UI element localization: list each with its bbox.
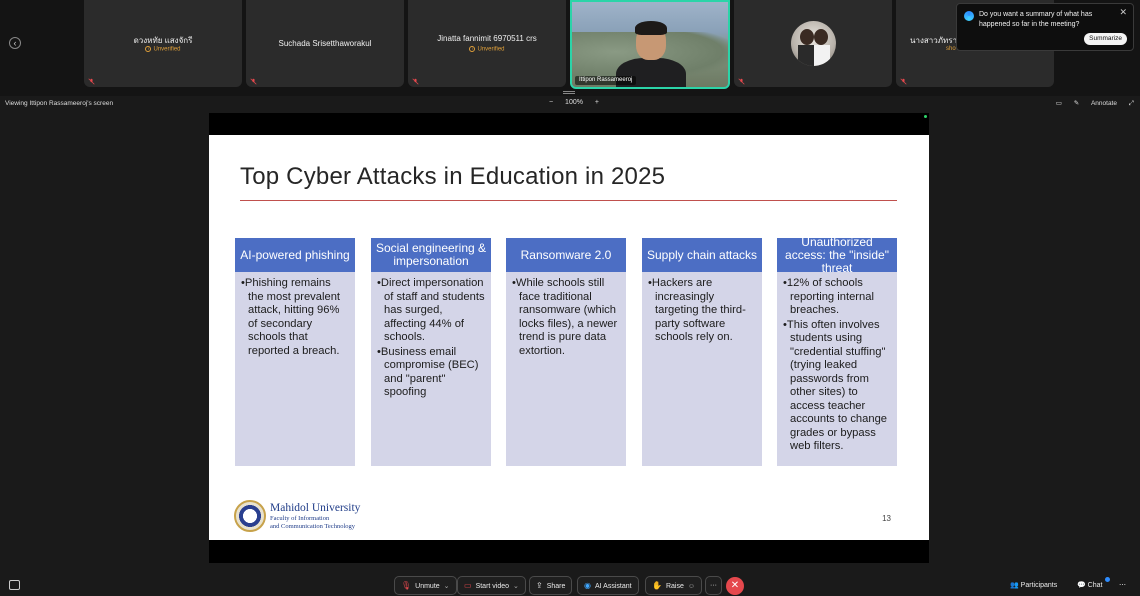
slide-column: Supply chain attacks Hackers are increas… [642,238,762,466]
column-heading: Unauthorized access: the "inside" threat [777,235,897,274]
participant-video [572,2,728,87]
hand-icon: ✋ [652,581,662,590]
participant-name-tag: Ittipon Rassameeroj [575,76,637,85]
zoom-out-button[interactable]: − [549,99,553,106]
participant-tile[interactable]: Jinatta fannimit 6970511 crs ! Unverified [408,0,566,87]
mic-muted-icon [900,78,907,85]
mic-muted-icon [738,78,745,85]
participants-icon: 👥 [1010,582,1019,589]
university-seal-logo [234,500,266,532]
unverified-badge: ! Unverified [408,46,566,53]
mic-muted-icon [250,78,257,85]
column-heading: Social engineering & impersonation [371,238,491,272]
participants-button[interactable]: 👥 Participants [1010,581,1057,589]
column-heading: Ransomware 2.0 [506,238,626,272]
participant-tile[interactable]: ดวงหทัย แสงจักรี ! Unverified [84,0,242,87]
slide-column: Social engineering & impersonation Direc… [371,238,491,466]
chat-notification-badge [1105,577,1110,582]
view-tools: ▭ ✎ Annotate ⤢ [1046,99,1134,108]
ai-companion-icon: ◉ [584,581,591,590]
gallery-resize-handle[interactable] [563,91,575,94]
avatar [791,21,836,66]
annotate-button[interactable]: ✎ Annotate [1074,100,1117,107]
mic-muted-icon [412,78,419,85]
slide-column: Ransomware 2.0 While schools still face … [506,238,626,466]
gallery-prev-button[interactable]: ‹ [9,37,21,49]
warning-icon: ! [469,46,476,52]
bullet-item: This often involves students using "cred… [783,319,891,454]
bullet-item: While schools still face traditional ran… [512,277,620,358]
shared-screen: Top Cyber Attacks in Education in 2025 A… [209,113,929,563]
chat-button[interactable]: 💬 Chat [1077,581,1102,589]
start-video-button[interactable]: ▭ Start video ⌄ [457,576,526,595]
zoom-level: 100% [565,99,583,106]
summary-toast: Do you want a summary of what has happen… [956,3,1134,51]
summary-message: Do you want a summary of what has happen… [979,11,1093,28]
slide-page-number: 13 [882,514,891,523]
more-button[interactable]: ··· [705,576,722,595]
captions-icon[interactable] [9,580,20,590]
bullet-list: Phishing remains the most prevalent atta… [235,272,355,358]
overflow-menu-icon[interactable]: ⋯ [1119,581,1126,589]
ai-companion-icon [964,11,974,21]
participant-tile[interactable]: Suchada Srisetthaworakul [246,0,404,87]
close-icon[interactable]: ✕ [1119,7,1127,18]
university-logo-text: Mahidol University Faculty of Informatio… [270,502,361,530]
viewing-label: Viewing Ittipon Rassameeroj's screen [5,100,114,107]
slide-title: Top Cyber Attacks in Education in 2025 [240,163,666,190]
summarize-button[interactable]: Summarize [1084,33,1127,45]
bullet-item: 12% of schools reporting internal breach… [783,277,891,318]
participant-name: Suchada Srisetthaworakul [278,39,372,48]
bullet-item: Hackers are increasingly targeting the t… [648,277,756,345]
reactions-icon[interactable]: ☺ [688,583,695,590]
column-heading: AI-powered phishing [235,238,355,272]
warning-icon: ! [145,46,152,52]
raise-hand-button[interactable]: ✋ Raise ☺ [645,576,703,595]
zoom-controls: − 100% + [544,99,604,106]
sharing-indicator [924,115,927,118]
share-screen-icon: ⇪ [536,581,543,590]
unverified-badge: ! Unverified [84,46,242,53]
chevron-down-icon[interactable]: ⌄ [513,583,519,590]
slide-column: AI-powered phishing Phishing remains the… [235,238,355,466]
video-off-icon: ▭ [464,581,472,590]
slide-column: Unauthorized access: the "inside" threat… [777,235,897,466]
share-button[interactable]: ⇪ Share [529,576,573,595]
title-divider [240,200,897,201]
mic-muted-icon [88,78,95,85]
bullet-list: 12% of schools reporting internal breach… [777,272,897,454]
side-by-side-icon[interactable]: ▭ [1056,100,1062,107]
bullet-list: While schools still face traditional ran… [506,272,626,358]
bullet-item: Business email compromise (BEC) and "par… [377,346,485,400]
ai-assistant-button[interactable]: ◉ AI Assistant [577,576,639,595]
chat-icon: 💬 [1077,582,1086,589]
bullet-item: Phishing remains the most prevalent atta… [241,277,349,358]
unmute-button[interactable]: 🎙 Unmute ⌄ [394,576,457,595]
fullscreen-icon[interactable]: ⤢ [1129,100,1134,107]
chevron-down-icon[interactable]: ⌄ [444,583,450,590]
participant-tile[interactable] [734,0,892,87]
bullet-list: Hackers are increasingly targeting the t… [642,272,762,345]
leave-meeting-button[interactable]: ✕ [726,577,744,595]
presentation-slide: Top Cyber Attacks in Education in 2025 A… [209,135,929,540]
bullet-list: Direct impersonation of staff and studen… [371,272,491,400]
bullet-item: Direct impersonation of staff and studen… [377,277,485,345]
video-gallery: ‹ ดวงหทัย แสงจักรี ! Unverified Suchada S… [0,0,1140,96]
active-speaker-tile[interactable]: Ittipon Rassameeroj [570,0,730,89]
mic-muted-icon: 🎙 [401,581,412,590]
zoom-in-button[interactable]: + [595,99,599,106]
column-heading: Supply chain attacks [642,238,762,272]
participant-name: Jinatta fannimit 6970511 crs [437,34,537,43]
